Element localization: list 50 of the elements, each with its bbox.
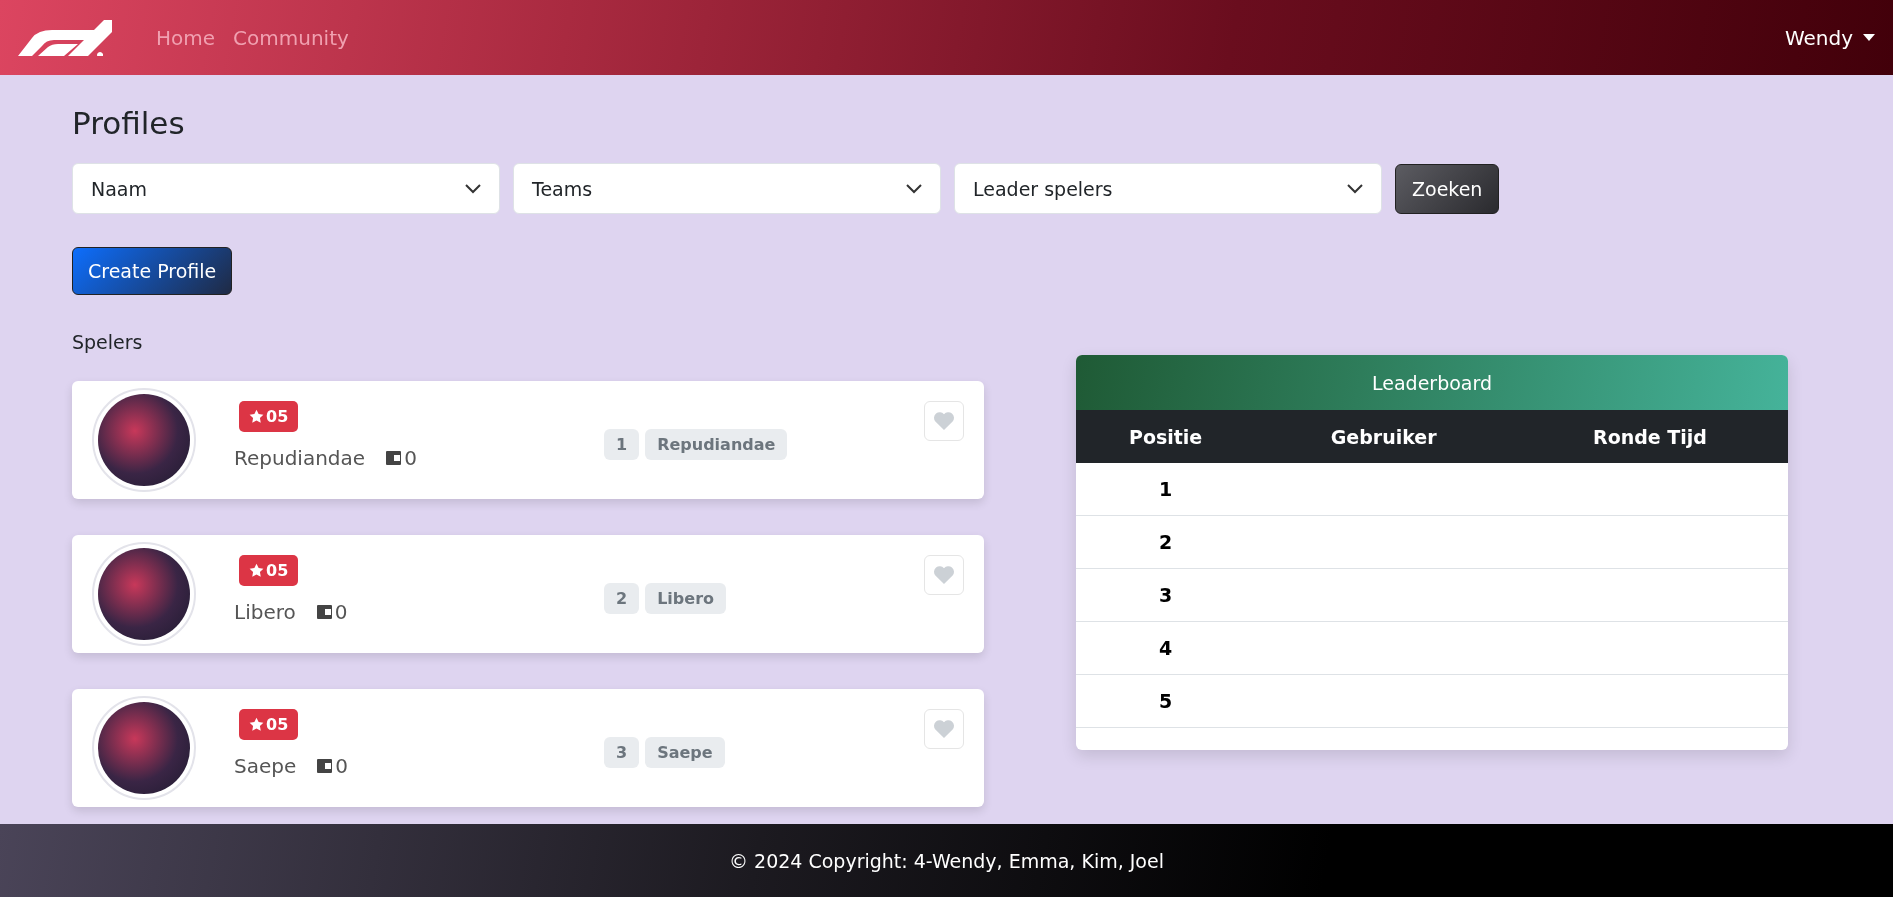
user-menu[interactable]: Wendy (1784, 25, 1875, 50)
table-cell: 4 (1076, 621, 1256, 675)
table-cell: 5 (1076, 674, 1256, 728)
copyright-text: © 2024 Copyright: 4-Wendy, Emma, Kim, Joel (729, 849, 1164, 872)
player-name: Saepe (234, 754, 297, 778)
logo-icon[interactable] (18, 19, 112, 56)
star-icon (249, 409, 264, 424)
table-cell: 2 (1076, 515, 1256, 569)
wallet-icon (315, 604, 333, 620)
table-cell: 3 (1076, 568, 1256, 622)
rating-badge: 05 (239, 401, 299, 432)
like-button[interactable] (924, 401, 964, 441)
star-icon (249, 717, 264, 732)
chevron-down-icon (465, 183, 481, 194)
caret-icon (1863, 34, 1875, 41)
number-badge: 3 (604, 736, 640, 768)
create-profile-button[interactable]: Create Profile (72, 247, 233, 295)
team-badge: Libero (645, 582, 726, 614)
number-badge: 2 (604, 582, 640, 614)
like-button[interactable] (924, 555, 964, 595)
team-badge: Repudiandae (645, 428, 788, 460)
heart-icon (933, 411, 955, 431)
wallet-amount: 0 (335, 754, 348, 778)
heart-icon (933, 565, 955, 585)
dropdown-select[interactable]: Naam (72, 163, 500, 214)
section-heading: Spelers (72, 331, 144, 353)
leaderboard-header: Leaderboard (1076, 355, 1788, 410)
heart-icon (933, 719, 955, 739)
wallet-icon (316, 758, 334, 774)
dropdown-select[interactable]: Teams (513, 163, 941, 214)
team-badge: Saepe (645, 736, 725, 768)
star-icon (249, 563, 264, 578)
number-badge: 1 (604, 428, 640, 460)
rating-badge: 05 (239, 709, 299, 740)
wallet-amount: 0 (404, 446, 417, 470)
wallet-amount: 0 (334, 600, 348, 624)
table-cell: 1 (1076, 463, 1256, 516)
wallet-icon (385, 450, 403, 466)
chevron-down-icon (906, 183, 922, 194)
like-button[interactable] (924, 709, 964, 749)
rating-badge: 05 (239, 555, 299, 586)
column-header: Gebruiker (1255, 410, 1513, 463)
player-name: Repudiandae (234, 446, 366, 470)
player-name: Libero (234, 600, 296, 624)
search-button[interactable]: Zoeken (1395, 163, 1500, 214)
column-header: Ronde Tijd (1512, 410, 1788, 463)
chevron-down-icon (1347, 183, 1363, 194)
column-header: Positie (1076, 410, 1256, 463)
page-title: Profiles (72, 105, 186, 141)
dropdown-select[interactable]: Leader spelers (954, 163, 1382, 214)
